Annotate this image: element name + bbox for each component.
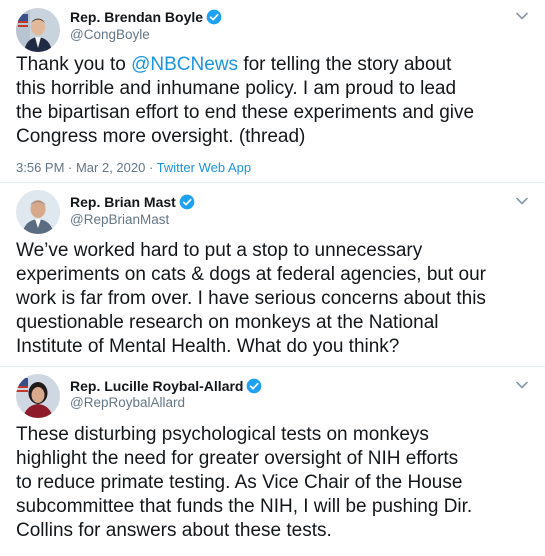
verified-badge-icon [206, 9, 222, 25]
tweet-line: Institute of Mental Health. What do you … [16, 336, 400, 357]
author-handle[interactable]: @CongBoyle [70, 27, 150, 43]
divider [0, 182, 545, 183]
avatar[interactable] [16, 190, 60, 234]
tweet-line: to reduce primate testing. As Vice Chair… [16, 472, 463, 493]
tweet-line: We’ve worked hard to put a stop to unnec… [16, 240, 423, 261]
author-handle[interactable]: @RepRoybalAllard [70, 395, 185, 411]
tweet-text: We’ve worked hard to put a stop to unnec… [16, 239, 536, 359]
tweet-timestamp: 3:56 PM · Mar 2, 2020 · Twitter Web App [16, 160, 252, 175]
chevron-down-icon[interactable] [515, 194, 529, 208]
avatar[interactable] [16, 8, 60, 52]
mention-link[interactable]: @NBCNews [131, 54, 238, 75]
verified-badge-icon [179, 194, 195, 210]
tweet-line: experiments on cats & dogs at federal ag… [16, 264, 486, 285]
tweet-line: this horrible and inhumane policy. I am … [16, 78, 457, 99]
author-name[interactable]: Rep. Lucille Roybal-Allard [70, 378, 262, 395]
tweet-text: Thank you to @NBCNews for telling the st… [16, 53, 536, 149]
author-handle[interactable]: @RepBrianMast [70, 212, 169, 228]
tweet-line: Congress more oversight. (thread) [16, 126, 306, 147]
chevron-down-icon[interactable] [515, 9, 529, 23]
author-name[interactable]: Rep. Brendan Boyle [70, 9, 222, 26]
tweet-line: Collins for answers about these tests. [16, 520, 332, 541]
tweet-line: the bipartisan effort to end these exper… [16, 102, 475, 123]
tweet-line: highlight the need for greater oversight… [16, 448, 459, 469]
chevron-down-icon[interactable] [515, 378, 529, 392]
avatar[interactable] [16, 374, 60, 418]
tweet-text: These disturbing psychological tests on … [16, 423, 536, 543]
tweet-line: subcommittee that funds the NIH, I will … [16, 496, 473, 517]
tweet-line: These disturbing psychological tests on … [16, 424, 429, 445]
verified-badge-icon [247, 378, 262, 394]
tweet-line: questionable research on monkeys at the … [16, 312, 439, 333]
source-app-link[interactable]: Twitter Web App [157, 160, 251, 175]
tweet-line: Thank you to @NBCNews for telling the st… [16, 54, 452, 75]
timestamp-link[interactable]: 3:56 PM · Mar 2, 2020 [16, 160, 145, 175]
divider [0, 366, 545, 367]
author-name[interactable]: Rep. Brian Mast [70, 194, 195, 211]
tweet-line: work is far from over. I have serious co… [16, 288, 486, 309]
